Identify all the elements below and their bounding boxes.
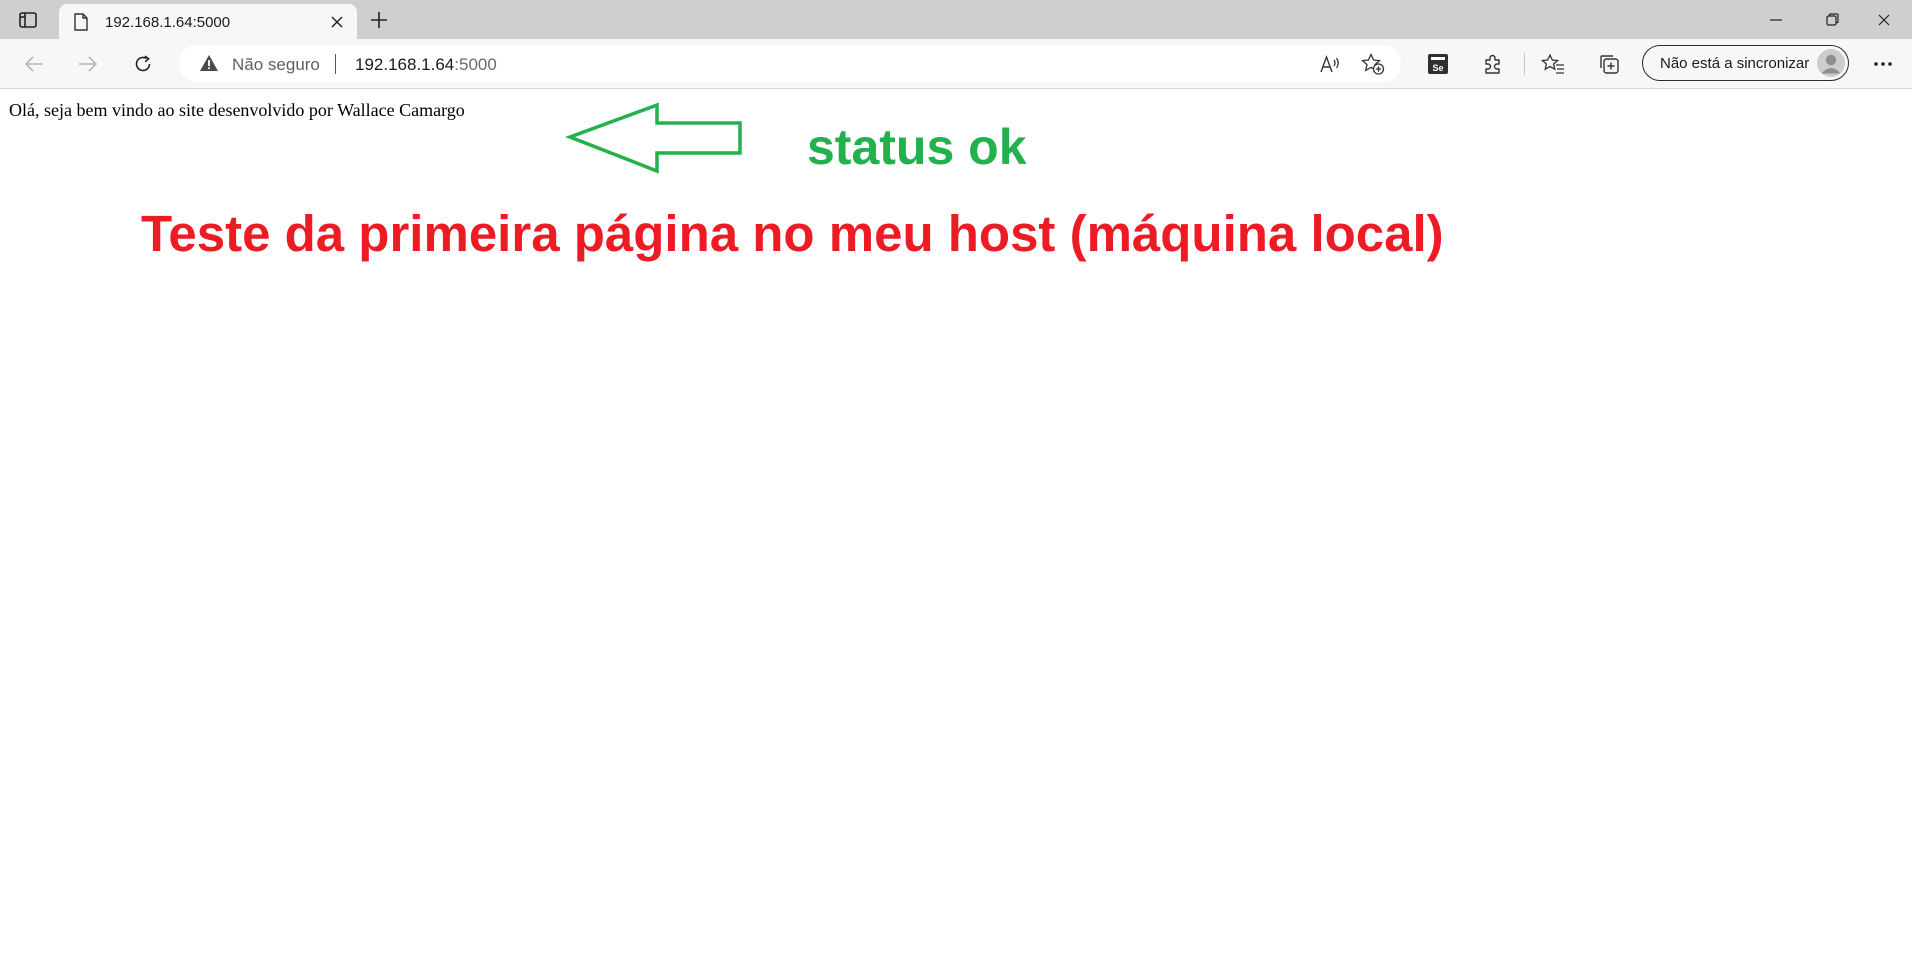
forward-arrow-icon[interactable] (73, 50, 103, 78)
annotation-heading: Teste da primeira página no meu host (má… (141, 205, 1444, 262)
favorites-icon[interactable] (1538, 49, 1568, 79)
tab-title: 192.168.1.64:5000 (105, 14, 231, 31)
sync-status-button[interactable]: Não está a sincronizar (1642, 45, 1849, 81)
browser-toolbar: Não seguro 192.168.1.64:5000 Se Não está… (0, 39, 1912, 89)
add-favorite-icon[interactable] (1361, 52, 1385, 76)
page-icon (74, 13, 88, 36)
profile-avatar-icon (1817, 49, 1845, 77)
welcome-text: Olá, seja bem vindo ao site desenvolvido… (9, 100, 465, 120)
plus-icon[interactable] (367, 8, 391, 32)
minimize-icon[interactable] (1748, 0, 1804, 39)
url-host: 192.168.1.64 (355, 55, 455, 74)
address-separator (335, 54, 336, 74)
extensions-icon[interactable] (1478, 49, 1508, 79)
window-close-icon[interactable] (1856, 0, 1912, 39)
annotation-status: status ok (807, 119, 1027, 175)
restore-icon[interactable] (1804, 0, 1860, 39)
read-aloud-icon[interactable] (1318, 52, 1342, 76)
browser-tab[interactable]: 192.168.1.64:5000 (59, 4, 357, 39)
toolbar-separator (1524, 53, 1525, 75)
refresh-icon[interactable] (128, 50, 158, 78)
annotation-arrow (565, 102, 742, 174)
close-icon[interactable] (327, 12, 347, 32)
tab-strip: 192.168.1.64:5000 (0, 0, 1912, 39)
page-content: Olá, seja bem vindo ao site desenvolvido… (0, 89, 1912, 965)
selenium-extension-icon[interactable]: Se (1423, 49, 1453, 79)
warning-icon[interactable] (199, 54, 219, 77)
sync-label: Não está a sincronizar (1660, 55, 1810, 72)
tab-actions-icon[interactable] (16, 10, 40, 30)
collections-icon[interactable] (1594, 49, 1624, 79)
url-text[interactable]: 192.168.1.64:5000 (355, 55, 497, 75)
back-arrow-icon[interactable] (19, 50, 49, 78)
more-options-icon[interactable] (1868, 49, 1898, 79)
security-label[interactable]: Não seguro (232, 55, 320, 75)
url-port: :5000 (454, 55, 497, 74)
svg-text:Se: Se (1432, 63, 1443, 73)
address-bar[interactable]: Não seguro 192.168.1.64:5000 (179, 45, 1401, 82)
